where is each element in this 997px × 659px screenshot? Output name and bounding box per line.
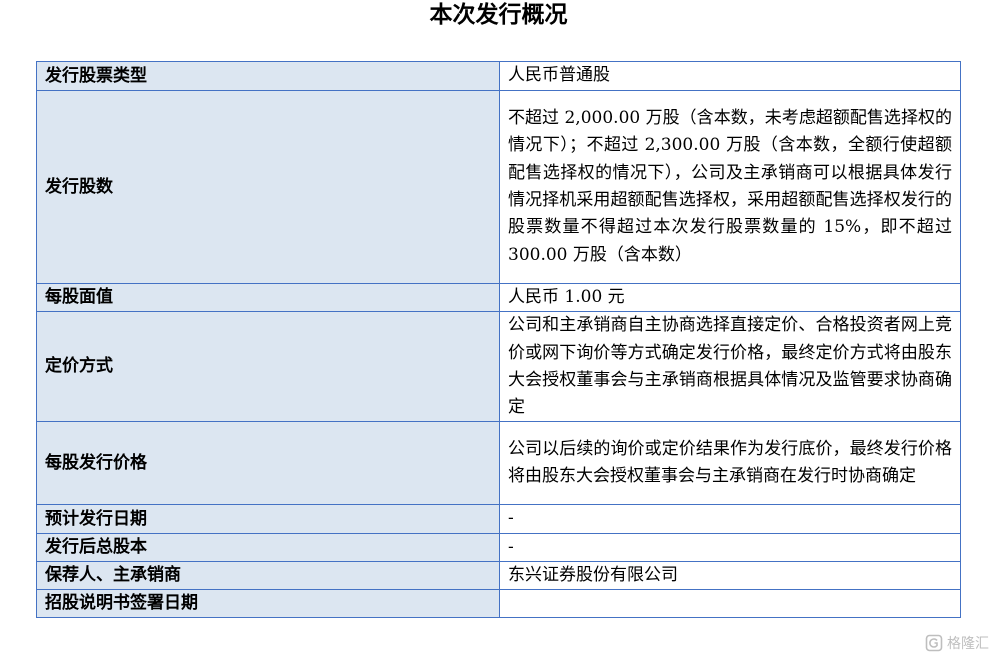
table-row: 发行股票类型 人民币普通股 bbox=[36, 61, 961, 91]
row-value-share-count: 不超过 2,000.00 万股（含本数，未考虑超额配售选择权的情况下）；不超过 … bbox=[499, 90, 961, 284]
row-label-share-count: 发行股数 bbox=[36, 90, 500, 284]
document-title: 本次发行概况 bbox=[429, 2, 568, 28]
table-row: 每股面值 人民币 1.00 元 bbox=[36, 282, 961, 313]
table-row: 发行股数 不超过 2,000.00 万股（含本数，未考虑超额配售选择权的情况下）… bbox=[36, 90, 961, 284]
row-label-total-shares: 发行后总股本 bbox=[36, 532, 500, 563]
row-label-stock-type: 发行股票类型 bbox=[36, 61, 500, 91]
table-row: 每股发行价格 公司以后续的询价或定价结果作为发行底价，最终发行价格将由股东大会授… bbox=[36, 421, 961, 506]
row-value-issue-date: - bbox=[499, 504, 961, 534]
row-value-prospectus-date bbox=[499, 589, 961, 619]
row-label-par-value: 每股面值 bbox=[36, 282, 500, 313]
table-row: 定价方式 公司和主承销商自主协商选择直接定价、合格投资者网上竞价或网下询价等方式… bbox=[36, 311, 961, 423]
logo-icon bbox=[925, 634, 943, 652]
row-value-stock-type: 人民币普通股 bbox=[499, 61, 961, 91]
table-row: 保荐人、主承销商 东兴证券股份有限公司 bbox=[36, 561, 961, 591]
row-label-pricing-method: 定价方式 bbox=[36, 311, 500, 423]
row-label-issue-price: 每股发行价格 bbox=[36, 421, 500, 506]
table-row: 发行后总股本 - bbox=[36, 532, 961, 563]
row-value-issue-price: 公司以后续的询价或定价结果作为发行底价，最终发行价格将由股东大会授权董事会与主承… bbox=[499, 421, 961, 506]
watermark: 格隆汇 bbox=[925, 633, 989, 653]
row-label-sponsor: 保荐人、主承销商 bbox=[36, 561, 500, 591]
row-value-pricing-method: 公司和主承销商自主协商选择直接定价、合格投资者网上竞价或网下询价等方式确定发行价… bbox=[499, 311, 961, 423]
table-row: 招股说明书签署日期 bbox=[36, 589, 961, 619]
row-label-prospectus-date: 招股说明书签署日期 bbox=[36, 589, 500, 619]
row-value-sponsor: 东兴证券股份有限公司 bbox=[499, 561, 961, 591]
watermark-text: 格隆汇 bbox=[947, 636, 989, 652]
row-label-issue-date: 预计发行日期 bbox=[36, 504, 500, 534]
row-value-total-shares: - bbox=[499, 532, 961, 563]
offering-overview-table: 发行股票类型 人民币普通股 发行股数 不超过 2,000.00 万股（含本数，未… bbox=[36, 61, 961, 619]
table-row: 预计发行日期 - bbox=[36, 504, 961, 534]
row-value-par-value: 人民币 1.00 元 bbox=[499, 282, 961, 313]
